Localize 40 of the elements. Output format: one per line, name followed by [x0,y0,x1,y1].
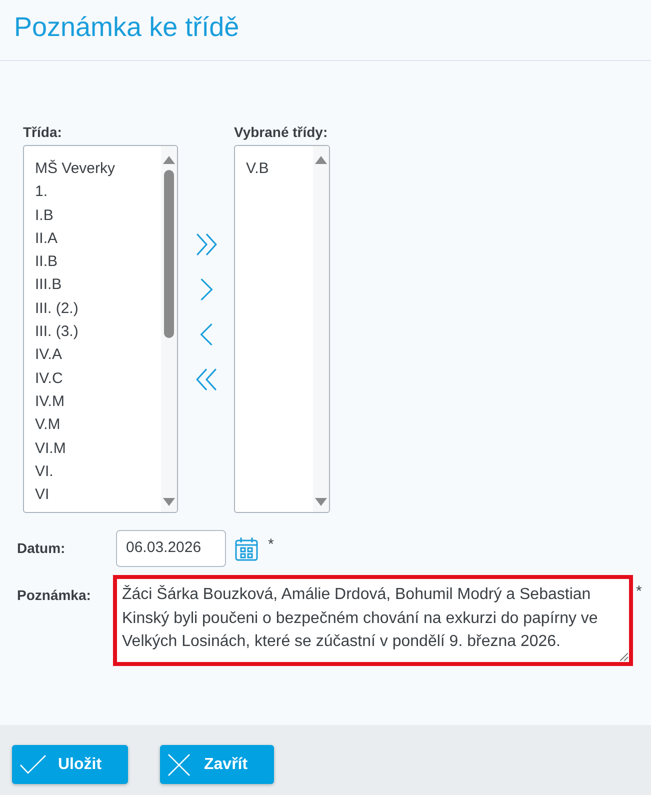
page-title: Poznámka ke třídě [14,14,240,40]
scroll-down-icon[interactable] [315,498,327,506]
close-icon [168,754,190,776]
list-label: Vybrané třídy: [234,123,329,142]
list-item[interactable]: III. (3.) [34,320,157,344]
checkmark-icon [20,755,46,774]
resize-grip-icon[interactable] [620,653,628,661]
required-mark: * [268,535,274,555]
calendar-icon[interactable] [235,536,258,560]
remove-all-button[interactable] [194,367,218,391]
list-item[interactable]: VI [34,483,157,506]
list-item[interactable]: I.B [34,204,157,227]
class-listbox[interactable]: V.B [234,145,330,513]
list-item[interactable]: III. (2.) [34,296,157,320]
list-item[interactable]: II.B [34,250,157,274]
note-label: Poznámka: [17,586,92,605]
list-item[interactable]: IV.M [34,390,157,414]
list-label: Třída: [23,123,63,142]
scrollbar[interactable] [161,146,177,512]
required-mark: * [636,582,642,602]
list-item[interactable]: III.B [34,273,157,297]
note-textarea[interactable]: Žáci Šárka Bouzková, Amálie Drdová, Bohumil Modrý a Sebastian Kinský byli poučeni o bezpečném chování na exkurzi do papírny ve Velkých Losinách, které se zúčastní v pondělí 9. března 2026. [113,575,633,666]
scrollbar-thumb[interactable] [164,170,174,338]
scroll-down-icon[interactable] [163,498,175,506]
list-item[interactable]: 1. [34,180,157,204]
list-item[interactable]: IV.A [34,343,157,367]
scrollbar[interactable] [313,146,329,512]
add-all-button[interactable] [194,232,218,256]
list-item[interactable]: VI.M [34,436,157,460]
list-item[interactable]: II.A [34,226,157,250]
list-item[interactable]: VI. [34,460,157,484]
list-item[interactable]: MŠ Veverky [34,157,157,180]
date-label: Datum: [17,539,66,558]
scroll-up-icon[interactable] [315,156,327,164]
scroll-up-icon[interactable] [163,156,175,164]
list-item[interactable]: V.M [34,413,157,437]
list-item[interactable]: IV.C [34,366,157,390]
class-listbox[interactable]: MŠ Veverky 1. I.B II.A II.B III.B III. (2.) III. (3.) IV.A IV.C IV.M V.M VI.M VI. VI [23,145,178,513]
date-field[interactable]: 06.03.2026 [116,530,226,567]
list-item[interactable]: V.B [245,157,309,180]
